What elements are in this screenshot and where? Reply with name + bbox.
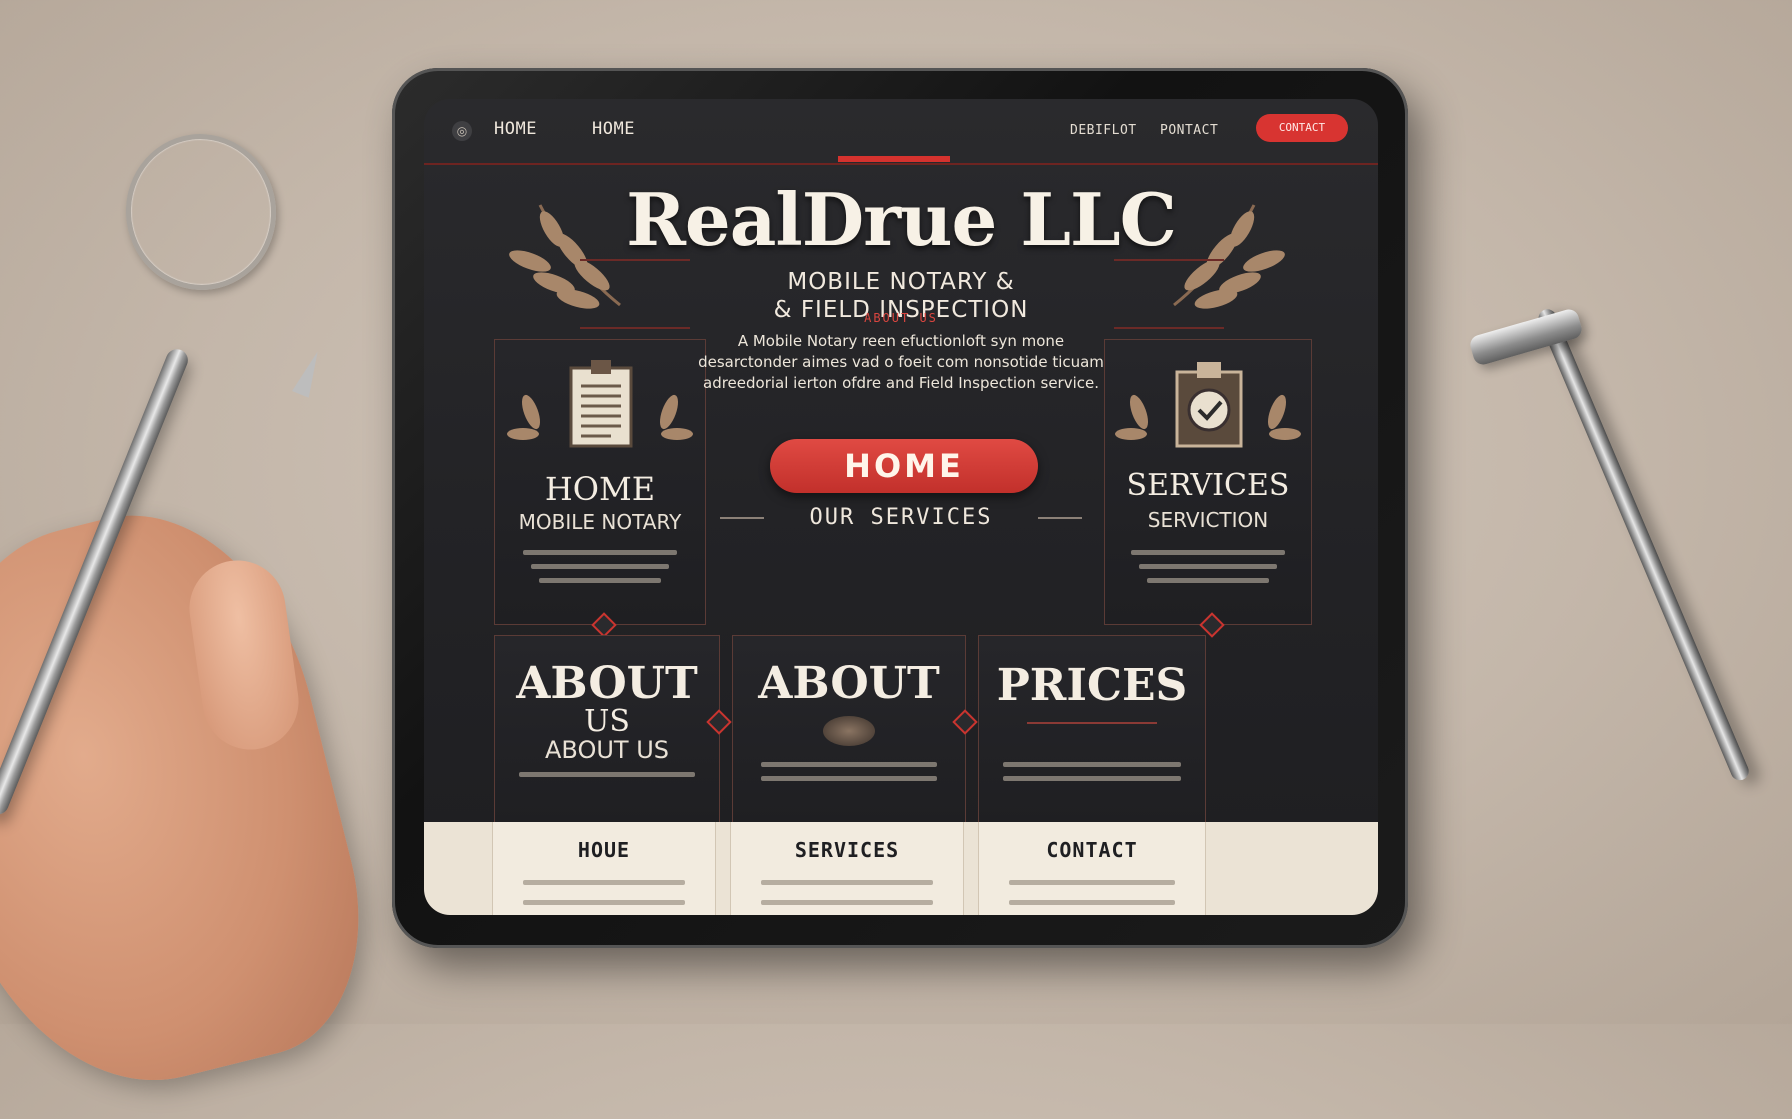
text-line [761,880,933,885]
text-line [1003,762,1181,767]
info-card-prices[interactable]: PRICES [978,635,1206,825]
text-line [1009,880,1175,885]
info-card-about-us[interactable]: ABOUT US ABOUT US [494,635,720,825]
home-cta-button[interactable]: HOME [770,439,1038,493]
hero-divider-left [580,259,690,261]
text-line [519,772,695,777]
intro-text: A Mobile Notary reen efuctionloft syn mo… [698,332,1104,392]
feature-card-subtitle: SERVICTION [1147,508,1269,532]
feature-card-title: SERVICES [1126,468,1290,503]
text-line [761,762,937,767]
text-line [523,900,685,905]
nav-link-home-2[interactable]: HOME [592,119,635,139]
card-ornament-icon [591,612,617,638]
nav-contact-button[interactable]: CONTACT [1256,114,1348,142]
subtitle-divider-left [580,327,690,329]
active-indicator [838,156,950,162]
text-line [1003,776,1181,781]
text-line [531,564,669,569]
tablet-screen: ◎ HOME HOME DEBIFLOT PONTACT CONTACT Rea… [424,99,1378,915]
footer-col-home[interactable]: HOUE [492,822,716,915]
subtitle-divider-right [1114,327,1224,329]
hero-title: RealDrue LLC [626,177,1177,262]
text-line [761,776,937,781]
text-line [523,550,677,555]
text-line [539,578,661,583]
footer-col-services[interactable]: SERVICES [730,822,964,915]
seal-icon [823,716,875,746]
info-card-title: ABOUT [516,658,698,709]
footer-col-title: SERVICES [794,838,900,862]
hero-divider-right [1114,259,1224,261]
feature-card-title: HOME [544,470,656,508]
text-line [1131,550,1285,555]
nav-link-home[interactable]: HOME [494,119,537,139]
nav-link-debiflot[interactable]: DEBIFLOT [1070,123,1137,138]
text-line [761,900,933,905]
footer-col-title: HOUE [577,838,631,862]
footer-col-title: CONTACT [1046,838,1138,862]
checklist-icon [1115,362,1301,448]
info-card-title: PRICES [996,660,1188,711]
info-card-title-line2: US [584,704,630,739]
document-icon [507,360,693,448]
hand [0,481,392,1119]
info-card-title: ABOUT [758,658,940,709]
text-line [1009,900,1175,905]
text-line [1147,578,1269,583]
text-line [523,880,685,885]
nav-link-pontact[interactable]: PONTACT [1160,123,1218,138]
pen-right [1535,306,1752,783]
info-card-about[interactable]: ABOUT [732,635,966,825]
card-ornament-icon [1199,612,1225,638]
intro-tag: ABOUT US [864,311,938,325]
footer-col-contact[interactable]: CONTACT [978,822,1206,915]
site-logo-icon[interactable]: ◎ [452,121,472,141]
prices-divider [1027,722,1157,724]
hero-subtitle-line1: MOBILE NOTARY & [787,269,1015,295]
info-card-subtitle: ABOUT US [544,736,669,764]
text-line [1139,564,1277,569]
stylus-tip [292,348,326,398]
feature-card-services[interactable]: SERVICES SERVICTION [1104,339,1312,638]
metal-ring [115,124,287,300]
feature-card-home[interactable]: HOME MOBILE NOTARY [494,339,706,638]
